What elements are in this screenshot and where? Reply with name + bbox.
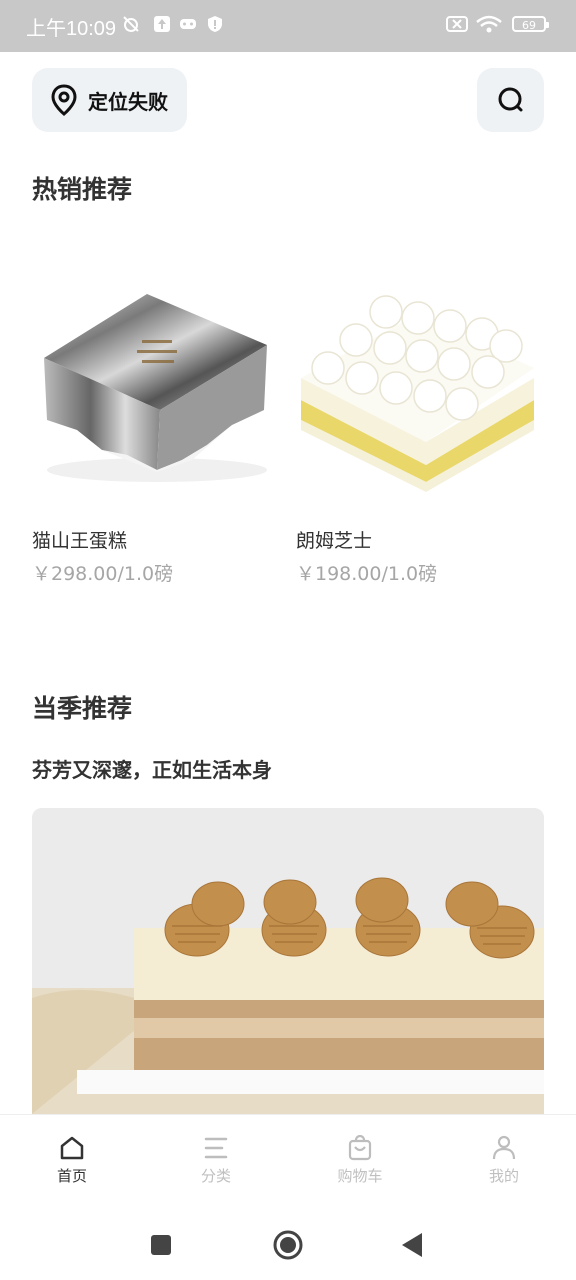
status-bar: 上午10:09 69: [0, 0, 576, 52]
season-banner[interactable]: [32, 808, 544, 1114]
product-name: 猫山王蛋糕: [32, 530, 128, 552]
cart-icon: [348, 1135, 372, 1161]
season-section-title: 当季推荐: [32, 694, 133, 723]
user-icon: [492, 1135, 516, 1160]
back-button[interactable]: [400, 1232, 424, 1258]
product-price: ￥298.00/1.0磅: [32, 563, 174, 585]
season-subtitle: 芬芳又深邃，正如生活本身: [32, 758, 272, 782]
banner-image: [32, 808, 544, 1114]
product-price: ￥198.00/1.0磅: [296, 563, 438, 585]
upload-icon: [154, 16, 170, 32]
product-image: [44, 294, 267, 482]
tab-category-label: 分类: [200, 1167, 231, 1185]
home-icon: [60, 1136, 84, 1160]
home-nav-button[interactable]: [272, 1229, 304, 1261]
tab-home[interactable]: 首页: [0, 1115, 144, 1205]
tab-cart[interactable]: 购物车: [288, 1115, 432, 1205]
shield-icon: [208, 16, 222, 32]
recents-button[interactable]: [150, 1234, 172, 1256]
product-card[interactable]: 猫山王蛋糕 ￥298.00/1.0磅: [32, 260, 277, 585]
bottom-tab-bar: 首页 分类 购物车 我的: [0, 1114, 576, 1205]
tab-category[interactable]: 分类: [144, 1115, 288, 1205]
wifi-icon: [476, 15, 502, 33]
search-button[interactable]: [477, 68, 544, 132]
tab-profile[interactable]: 我的: [432, 1115, 576, 1205]
status-time: 上午10:09: [26, 18, 117, 40]
battery-icon: 69: [512, 16, 549, 32]
sim-off-icon: [446, 16, 468, 32]
location-pin-icon: [51, 84, 77, 116]
search-icon: [498, 87, 522, 112]
product-card[interactable]: 朗姆芝士 ￥198.00/1.0磅: [296, 260, 541, 585]
location-label: 定位失败: [88, 89, 168, 114]
gamepad-icon: [180, 19, 196, 29]
alarm-off-icon: [123, 16, 139, 32]
list-icon: [204, 1137, 228, 1159]
system-nav-bar: [0, 1204, 576, 1280]
product-name: 朗姆芝士: [296, 530, 373, 552]
tab-home-label: 首页: [56, 1167, 87, 1185]
location-button[interactable]: 定位失败: [32, 68, 187, 132]
tab-profile-label: 我的: [488, 1167, 519, 1185]
hot-section-title: 热销推荐: [32, 175, 133, 204]
tab-cart-label: 购物车: [337, 1167, 383, 1185]
product-image: [301, 295, 534, 492]
